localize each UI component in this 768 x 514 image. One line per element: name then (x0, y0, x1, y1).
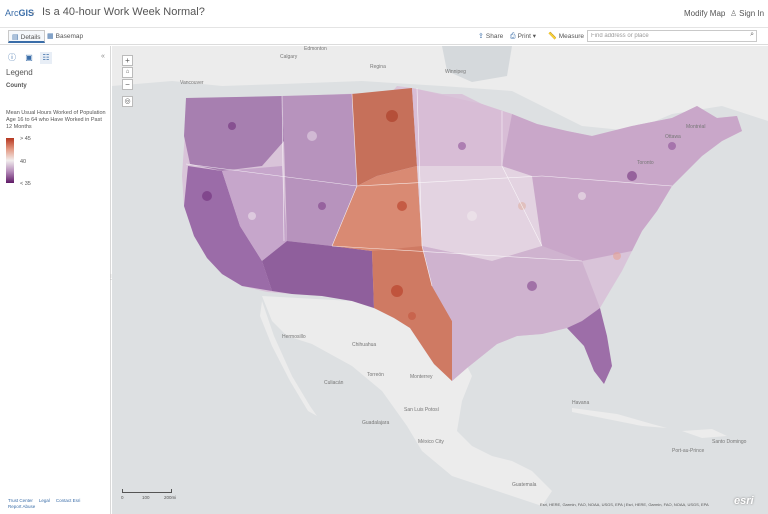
basemap-icon: ▦ (47, 33, 54, 40)
zoom-in-button[interactable]: + (122, 55, 133, 66)
footer-links: Trust Center Legal Contact Esri Report Abu… (8, 498, 108, 510)
ruler-icon: 📏 (548, 33, 557, 40)
app-header: ArcGIS ⌄ Is a 40-hour Work Week Normal? … (0, 0, 768, 28)
cuba (572, 408, 667, 428)
search-box: ⌕ (587, 30, 757, 42)
place-label: Chihuahua (352, 342, 376, 348)
print-label: Print (517, 33, 531, 40)
place-label: Guatemala (512, 482, 537, 488)
chevron-down-icon[interactable]: ⌄ (30, 8, 36, 16)
place-label: San Luis Potosí (404, 407, 440, 413)
place-label: Montréal (686, 124, 705, 130)
toolbar: ▤ Details ▦ Basemap ⇪ Share ⎙ Print ▾ 📏 Measu… (0, 28, 768, 45)
footer-link[interactable]: Contact Esri (56, 498, 81, 503)
hispaniola (682, 429, 727, 438)
info-icon[interactable]: ⓘ (6, 52, 18, 64)
legend-high-label: > 45 (20, 136, 31, 142)
share-button[interactable]: ⇪ Share (478, 30, 503, 43)
place-label: Edmonton (304, 46, 327, 52)
legend-mid-label: 40 (20, 159, 27, 165)
print-button[interactable]: ⎙ Print ▾ (510, 30, 536, 43)
place-label: Calgary (280, 54, 298, 60)
place-label: Winnipeg (445, 69, 466, 75)
scale-label: 100 (142, 495, 150, 500)
user-icon: ♙ (730, 9, 738, 18)
place-label: Monterrey (410, 374, 433, 380)
place-label: Hermosillo (282, 334, 306, 340)
tab-basemap-label: Basemap (55, 33, 84, 40)
sign-in-label: Sign In (739, 9, 765, 18)
upper-midwest (412, 88, 512, 171)
legend-low-label: < 35 (20, 181, 31, 187)
map-view[interactable]: Calgary Regina Winnipeg Vancouver Edmont… (112, 46, 768, 514)
place-label: Torreón (367, 372, 384, 378)
tab-details-label: Details (20, 34, 41, 41)
scale-label: 0 (121, 495, 124, 500)
tab-basemap[interactable]: ▦ Basemap (44, 30, 86, 43)
home-icon[interactable]: ⌂ (122, 67, 133, 78)
share-label: Share (485, 33, 504, 40)
sign-in-button[interactable]: ♙ Sign In (730, 9, 764, 18)
measure-button[interactable]: 📏 Measure (548, 30, 584, 43)
content-icon[interactable]: ▣ (23, 52, 35, 64)
map-attribution: Esri, HERE, Garmin, FAO, NOAA, USGS, EPA… (540, 502, 709, 507)
place-label: Culiacán (324, 380, 344, 386)
place-label: Santo Domingo (712, 439, 747, 445)
modify-map-button[interactable]: Modify Map (684, 9, 725, 18)
footer-link[interactable]: Legal (39, 498, 50, 503)
details-panel: ⓘ ▣ ☷ « Legend County Mean Usual Hours W… (0, 46, 114, 514)
place-label: Toronto (637, 160, 654, 166)
place-label: Port-au-Prince (672, 448, 704, 454)
tab-details[interactable]: ▤ Details (8, 30, 45, 43)
scale-label: 200mi (164, 495, 177, 500)
scale-bar (122, 489, 172, 493)
place-label: Vancouver (180, 80, 204, 86)
place-label: Ottawa (665, 134, 681, 140)
legend-title: Legend (6, 68, 33, 77)
legend-layer-name: County (6, 83, 27, 89)
legend-icon[interactable]: ☷ (40, 52, 52, 64)
place-label: México City (418, 439, 444, 445)
locate-icon[interactable]: ◎ (122, 96, 133, 107)
chevron-down-icon: ▾ (532, 33, 537, 40)
collapse-icon[interactable]: « (101, 53, 105, 60)
measure-label: Measure (558, 33, 585, 40)
zoom-out-button[interactable]: − (122, 79, 133, 90)
midwest (417, 166, 542, 261)
search-input[interactable] (588, 31, 746, 41)
print-icon: ⎙ (510, 33, 516, 40)
search-icon[interactable]: ⌕ (750, 31, 754, 39)
details-icon: ▤ (12, 34, 19, 41)
legend-field-label: Mean Usual Hours Worked of Population Ag… (6, 110, 106, 130)
page-title: Is a 40-hour Work Week Normal? (42, 6, 205, 18)
share-icon: ⇪ (478, 33, 484, 40)
place-label: Havana (572, 400, 589, 406)
footer-link[interactable]: Trust Center (8, 498, 33, 503)
place-label: Regina (370, 64, 386, 70)
legend-color-ramp (6, 138, 14, 183)
place-label: Guadalajara (362, 420, 389, 426)
footer-link[interactable]: Report Abuse (8, 504, 35, 509)
logo-prefix: Arc (5, 8, 19, 18)
basemap-svg: Calgary Regina Winnipeg Vancouver Edmont… (112, 46, 768, 506)
esri-logo: esri (734, 495, 754, 507)
